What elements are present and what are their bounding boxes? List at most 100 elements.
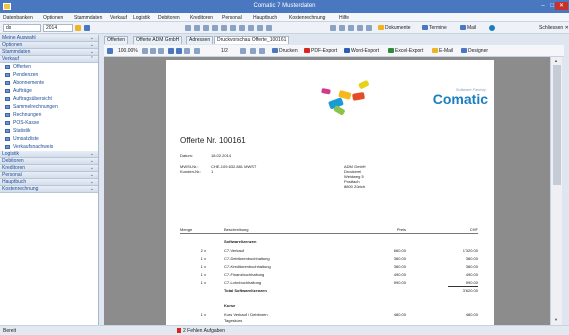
sidebar-item-verkaufsnachweis[interactable]: Verkaufsnachweis bbox=[0, 143, 98, 151]
scrollbar-thumb[interactable] bbox=[553, 65, 561, 185]
sidebar-item-label: Auftragsübersicht bbox=[13, 96, 52, 102]
fit-page-icon[interactable] bbox=[158, 48, 164, 54]
line-total: 380.00 bbox=[465, 264, 478, 269]
sidebar-item-umsatzliste[interactable]: Umsatzliste bbox=[0, 135, 98, 143]
single-page-icon[interactable] bbox=[168, 48, 174, 54]
next-record-icon[interactable] bbox=[330, 25, 336, 31]
line-total: 1'320.00 bbox=[462, 248, 478, 253]
page-indicator[interactable]: 1/2 bbox=[221, 48, 228, 54]
save-icon[interactable] bbox=[203, 25, 209, 31]
delete-icon[interactable] bbox=[230, 25, 236, 31]
logo-name: Comatic bbox=[432, 91, 488, 107]
menu-kostenrechnung[interactable]: Kostenrechnung bbox=[289, 15, 325, 21]
remove-record-icon[interactable] bbox=[357, 25, 363, 31]
sidebar-item-abonnemente[interactable]: Abonnemente bbox=[0, 79, 98, 87]
email-label: E-Mail bbox=[439, 48, 454, 54]
two-pages-icon[interactable] bbox=[176, 48, 182, 54]
page-width-icon[interactable] bbox=[184, 48, 190, 54]
print-button[interactable]: Drucken bbox=[272, 48, 298, 54]
help-icon[interactable] bbox=[489, 25, 495, 31]
sidebar-item-sammelrechnungen[interactable]: Sammelrechnungen bbox=[0, 103, 98, 111]
sidebar-item-rechnungen[interactable]: Rechnungen bbox=[0, 111, 98, 119]
menu-datenbanken[interactable]: Datenbanken bbox=[3, 15, 33, 21]
last-record-icon[interactable] bbox=[339, 25, 345, 31]
open-icon[interactable] bbox=[194, 25, 200, 31]
copy-icon[interactable] bbox=[212, 25, 218, 31]
next-page-icon[interactable] bbox=[240, 48, 246, 54]
sidebar-group-stammdaten[interactable]: Stammdaten ⌄ bbox=[0, 49, 98, 56]
menu-logistik[interactable]: Logistik bbox=[133, 15, 150, 21]
paste-icon[interactable] bbox=[221, 25, 227, 31]
chevron-down-icon: ⌄ bbox=[89, 172, 94, 178]
email-button[interactable]: E-Mail bbox=[432, 48, 453, 54]
sidebar-group-logistik[interactable]: Logistik ⌄ bbox=[0, 151, 98, 158]
sidebar-item-auftraege[interactable]: Aufträge bbox=[0, 87, 98, 95]
sidebar-item-label: Offerten bbox=[13, 64, 31, 70]
first-record-icon[interactable] bbox=[257, 25, 263, 31]
sidebar-group-kreditoren[interactable]: Kreditoren ⌄ bbox=[0, 165, 98, 172]
sidebar-group-personal[interactable]: Personal ⌄ bbox=[0, 172, 98, 179]
scroll-up-icon[interactable]: ▲ bbox=[554, 58, 558, 63]
database-select[interactable]: ds bbox=[3, 24, 41, 32]
new-icon[interactable] bbox=[185, 25, 191, 31]
documents-button[interactable]: Dokumente bbox=[378, 25, 411, 31]
tab-offerten[interactable]: Offerten bbox=[104, 36, 128, 44]
add-record-icon[interactable] bbox=[348, 25, 354, 31]
calendar-icon[interactable] bbox=[75, 25, 81, 31]
filter-icon[interactable] bbox=[248, 25, 254, 31]
search-icon[interactable] bbox=[239, 25, 245, 31]
previous-record-icon[interactable] bbox=[266, 25, 272, 31]
zoom-level[interactable]: 100.00% bbox=[118, 48, 138, 54]
sidebar-item-offerten[interactable]: Offerten bbox=[0, 63, 98, 71]
mail-button[interactable]: Mail bbox=[460, 25, 476, 31]
sidebar-group-verkauf[interactable]: Verkauf ⌃ bbox=[0, 56, 98, 63]
sidebar-group-meine-auswahl[interactable]: Meine Auswahl ⌄ bbox=[0, 35, 98, 42]
excel-export-button[interactable]: Excel-Export bbox=[388, 48, 423, 54]
last-page-icon[interactable] bbox=[250, 48, 256, 54]
sidebar-item-pos-kasse[interactable]: POS-Kasse bbox=[0, 119, 98, 127]
menu-kreditoren[interactable]: Kreditoren bbox=[190, 15, 213, 21]
tab-offerte-adm[interactable]: Offerte ADM GmbH bbox=[133, 36, 183, 44]
refresh-icon[interactable] bbox=[84, 25, 90, 31]
tab-druckvorschau[interactable]: Druckvorschau Offerte_100161 bbox=[214, 36, 290, 44]
vertical-scrollbar[interactable]: ▲ ▼ bbox=[550, 57, 562, 325]
sidebar-group-kostenrechnung[interactable]: Kostenrechnung ⌄ bbox=[0, 186, 98, 193]
menu-hilfe[interactable]: Hilfe bbox=[339, 15, 349, 21]
scroll-down-icon[interactable]: ▼ bbox=[554, 317, 558, 322]
menu-verkauf[interactable]: Verkauf bbox=[110, 15, 127, 21]
zoom-icon[interactable] bbox=[107, 48, 113, 54]
sidebar-item-pendenzen[interactable]: Pendenzen bbox=[0, 71, 98, 79]
document-icon bbox=[5, 97, 10, 101]
pending-tasks-text[interactable]: 2 Fehlen Aufgaben bbox=[183, 328, 225, 334]
line-desc: C7-Debitorenbuchhaltung bbox=[224, 256, 270, 261]
appointments-button[interactable]: Termine bbox=[422, 25, 447, 31]
sidebar-group-hauptbuch[interactable]: Hauptbuch ⌄ bbox=[0, 179, 98, 186]
line-qty: 1 x bbox=[200, 312, 206, 317]
sidebar-item-label: Rechnungen bbox=[13, 112, 42, 118]
sidebar-group-optionen[interactable]: Optionen ⌄ bbox=[0, 42, 98, 49]
sidebar-group-debitoren[interactable]: Debitoren ⌄ bbox=[0, 158, 98, 165]
close-module-button[interactable]: Schliessen ✕ bbox=[539, 25, 569, 31]
search-text-icon[interactable] bbox=[259, 48, 265, 54]
designer-button[interactable]: Designer bbox=[461, 48, 488, 54]
zoom-out-icon[interactable] bbox=[150, 48, 156, 54]
sidebar-group-label: Kostenrechnung bbox=[2, 186, 39, 192]
sidebar-item-auftragsuebersicht[interactable]: Auftragsübersicht bbox=[0, 95, 98, 103]
sidebar-item-statistik[interactable]: Statistik bbox=[0, 127, 98, 135]
year-select[interactable]: 2014 bbox=[43, 24, 73, 32]
menu-hauptbuch[interactable]: Hauptbuch bbox=[253, 15, 277, 21]
tab-adressen[interactable]: Adressen bbox=[186, 36, 214, 44]
menu-personal[interactable]: Personal bbox=[222, 15, 242, 21]
menu-stammdaten[interactable]: Stammdaten bbox=[74, 15, 102, 21]
grid-icon[interactable] bbox=[366, 25, 372, 31]
menu-debitoren[interactable]: Debitoren bbox=[158, 15, 180, 21]
line-price: 380.00 bbox=[393, 256, 406, 261]
print-preview-area[interactable]: Software Factory Comatic Offerte Nr. 100… bbox=[104, 57, 550, 325]
sidebar-group-label: Kreditoren bbox=[2, 165, 26, 171]
close-window-button[interactable]: ✕ bbox=[555, 2, 568, 10]
word-export-button[interactable]: Word-Export bbox=[344, 48, 379, 54]
menu-optionen[interactable]: Optionen bbox=[43, 15, 63, 21]
zoom-in-icon[interactable] bbox=[142, 48, 148, 54]
pdf-export-button[interactable]: PDF-Export bbox=[304, 48, 337, 54]
previous-page-icon[interactable] bbox=[194, 48, 200, 54]
